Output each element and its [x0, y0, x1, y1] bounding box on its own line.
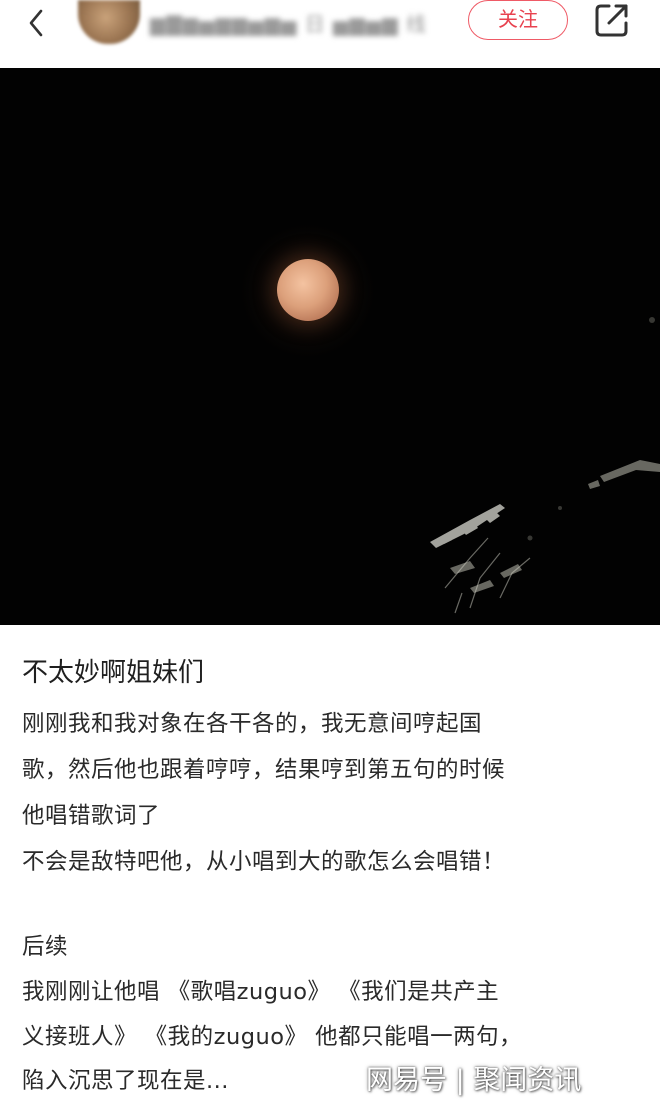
follow-button[interactable]: 关注 — [468, 0, 568, 40]
tree-silhouette — [430, 317, 660, 614]
avatar[interactable] — [78, 0, 140, 44]
top-bar: ▆▇▆▅▆▆▅▆▅ 日 ▅▆▅▆ 线 关注 — [0, 0, 660, 68]
post-text-line: 歌，然后他也跟着哼哼，结果哼到第五句的时候 — [22, 757, 506, 783]
post-text-line: 刚刚我和我对象在各干各的，我无意间哼起国 — [22, 711, 483, 737]
post-text-line: 他唱错歌词了 — [22, 803, 161, 829]
post-photo[interactable] — [0, 68, 660, 625]
post-text-line: 不会是敌特吧他，从小唱到大的歌怎么会唱错！ — [22, 849, 506, 875]
chevron-left-icon[interactable] — [22, 8, 52, 38]
username[interactable]: ▆▇▆▅▆▆▅▆▅ 日 ▅▆▅▆ 线 — [150, 8, 427, 37]
post-text-line: 后续 — [22, 934, 69, 960]
post-text-line: 陷入沉思了现在是... — [22, 1068, 229, 1094]
post-text-line: 义接班人》 《我的zuguo》 他都只能唱一两句， — [22, 1024, 523, 1050]
share-external-icon[interactable] — [592, 0, 632, 40]
post-text-line: 我刚刚让他唱 《歌唱zuguo》 《我们是共产主 — [22, 979, 500, 1005]
post-title: 不太妙啊姐妹们 — [22, 658, 205, 688]
watermark: 网易号 | 聚闻资讯 — [366, 1065, 582, 1096]
